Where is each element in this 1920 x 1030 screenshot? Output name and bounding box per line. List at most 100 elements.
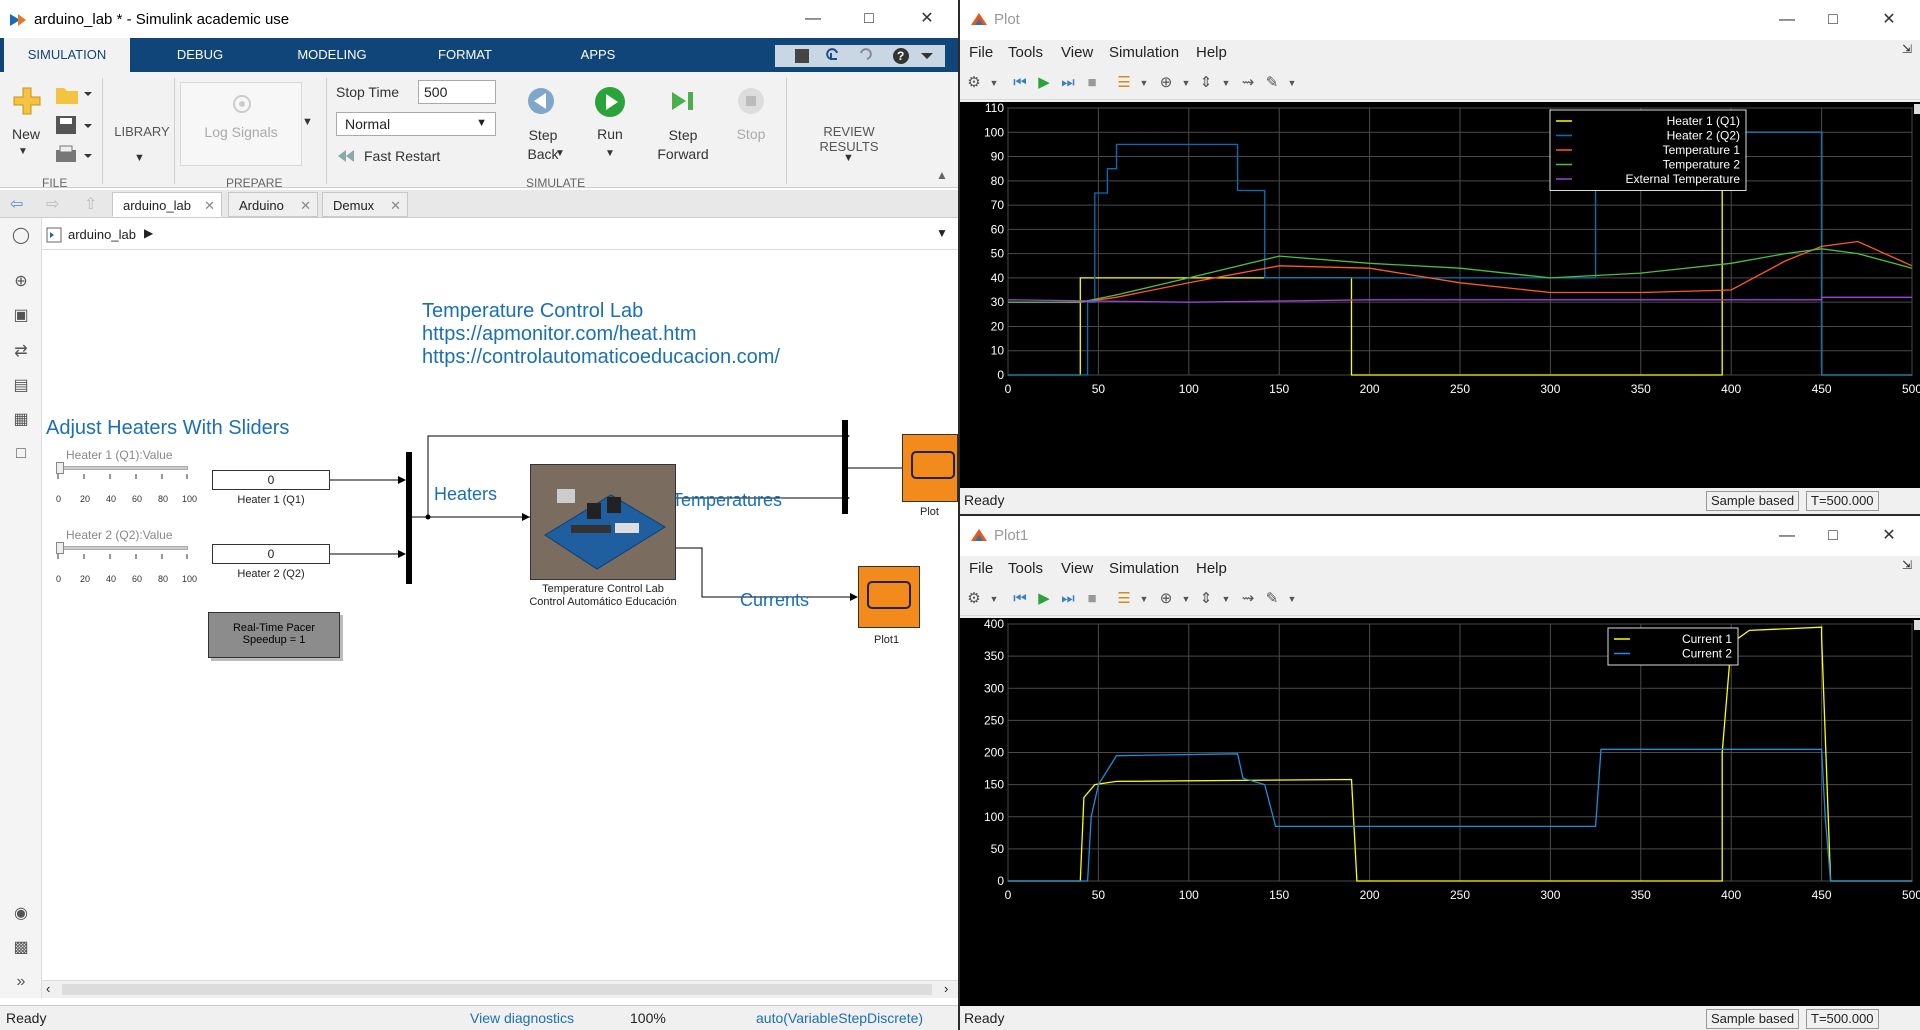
autoscale-dropdown-icon[interactable]: ▼	[1216, 589, 1236, 609]
file-buttons[interactable]	[54, 84, 94, 184]
highlight-dropdown-icon[interactable]: ▼	[1134, 73, 1154, 93]
view-diagnostics-link[interactable]: View diagnostics	[470, 1010, 574, 1026]
close-button[interactable]: ✕	[1866, 521, 1912, 551]
close-tab-icon[interactable]: ✕	[300, 193, 311, 218]
measurements-icon[interactable]: ✎	[1262, 589, 1282, 609]
measurements-dropdown-icon[interactable]: ▼	[1282, 73, 1302, 93]
tab-apps[interactable]: APPS	[548, 38, 648, 72]
maximize-button[interactable]: □	[1810, 521, 1856, 551]
scope-plot-area[interactable]: 0 50 100 150 200 250 300 350 400 450 500 0 10 20 30 40 5…	[960, 101, 1920, 488]
stop-icon[interactable]: ■	[1082, 73, 1102, 93]
close-button[interactable]: ✕	[904, 4, 950, 34]
scope-plot-area[interactable]: 0 50 100 150 200 250 300 350 400 450 500 0 50 100 150 2…	[960, 617, 1920, 1006]
run-icon[interactable]: ▶	[1034, 73, 1054, 93]
new-dropdown-icon[interactable]: ▼	[18, 146, 28, 157]
tab-arduino-lab[interactable]: arduino_lab ✕	[112, 192, 222, 217]
step-forward-button[interactable]: Step Forward	[652, 126, 714, 164]
step-back-icon[interactable]: ⏮	[1010, 73, 1030, 93]
tab-demux[interactable]: Demux ✕	[322, 192, 408, 217]
hide-show-browser-icon[interactable]: ◯	[11, 226, 31, 246]
step-back-icon[interactable]: ⏮	[1010, 589, 1030, 609]
fast-restart-icon[interactable]	[336, 146, 356, 166]
minimize-button[interactable]: —	[1764, 5, 1810, 35]
autoscale-dropdown-icon[interactable]: ▼	[1216, 73, 1236, 93]
maximize-button[interactable]: □	[1810, 5, 1856, 35]
measurements-icon[interactable]: ✎	[1262, 73, 1282, 93]
model-browser-icon[interactable]: ▩	[11, 938, 31, 958]
current-chart[interactable]: 0 50 100 150 200 250 300 350 400 450 500 0 50 100 150 2…	[960, 617, 1920, 1006]
scroll-thumb[interactable]	[62, 984, 932, 995]
minimize-button[interactable]: —	[790, 4, 836, 34]
menu-help[interactable]: Help	[1196, 560, 1227, 577]
autoscale-icon[interactable]: ⇕	[1196, 589, 1216, 609]
breadcrumb-dropdown-icon[interactable]: ▼	[936, 226, 948, 240]
up-arrow-icon[interactable]: ⇧	[84, 194, 97, 214]
highlight-icon[interactable]: ☰	[1114, 589, 1134, 609]
menu-simulation[interactable]: Simulation	[1109, 560, 1179, 577]
step-forward-icon[interactable]	[668, 86, 698, 116]
solver-link[interactable]: auto(VariableStepDiscrete)	[756, 1010, 923, 1026]
highlight-dropdown-icon[interactable]: ▼	[1134, 589, 1154, 609]
dock-icon[interactable]: ⇲	[1902, 42, 1912, 56]
step-back-dropdown-icon[interactable]: ▼	[555, 148, 565, 159]
minimize-button[interactable]: —	[1764, 521, 1810, 551]
horizontal-scrollbar[interactable]: ‹ ›	[42, 980, 958, 998]
measurements-dropdown-icon[interactable]: ▼	[1282, 589, 1302, 609]
annotation-icon[interactable]: ▤	[11, 376, 31, 396]
menu-tools[interactable]: Tools	[1008, 44, 1043, 61]
scope-plot1-block[interactable]	[858, 566, 920, 628]
menu-file[interactable]: File	[969, 44, 993, 61]
run-icon[interactable]	[594, 86, 626, 118]
menu-help[interactable]: Help	[1196, 44, 1227, 61]
menu-simulation[interactable]: Simulation	[1109, 44, 1179, 61]
close-tab-icon[interactable]: ✕	[390, 193, 401, 218]
run-button[interactable]: Run	[590, 126, 630, 142]
review-results-label[interactable]: REVIEW RESULTS	[794, 124, 904, 154]
stop-icon[interactable]: ■	[1082, 589, 1102, 609]
stop-time-input[interactable]: 500	[418, 80, 496, 104]
menu-file[interactable]: File	[969, 560, 993, 577]
review-dropdown-icon[interactable]: ▼	[843, 152, 854, 164]
menu-tools[interactable]: Tools	[1008, 560, 1043, 577]
simulation-mode-select[interactable]: Normal ▼	[336, 112, 496, 136]
run-dropdown-icon[interactable]: ▼	[605, 148, 615, 159]
triggers-icon[interactable]: ⇝	[1238, 73, 1258, 93]
model-canvas[interactable]: Temperature Control Lab https://apmonito…	[42, 252, 958, 979]
tab-simulation[interactable]: SIMULATION	[4, 38, 130, 72]
close-tab-icon[interactable]: ✕	[204, 193, 215, 218]
signal-arrows-icon[interactable]: ⇄	[11, 342, 31, 362]
settings-dropdown-icon[interactable]: ▼	[984, 589, 1004, 609]
back-arrow-icon[interactable]: ⇦	[10, 194, 23, 214]
settings-dropdown-icon[interactable]: ▼	[984, 73, 1004, 93]
scope-plot-block[interactable]	[902, 434, 958, 502]
collapse-ribbon-icon[interactable]: ▲	[936, 168, 948, 182]
prepare-dropdown-icon[interactable]: ▼	[302, 116, 313, 128]
zoom-in-icon[interactable]: ⊕	[1156, 589, 1176, 609]
expand-icon[interactable]: »	[11, 972, 31, 992]
fit-to-view-icon[interactable]: ▣	[11, 306, 31, 326]
step-forward-icon[interactable]: ⏭	[1058, 589, 1078, 609]
stop-button[interactable]: Stop	[730, 126, 772, 142]
image-icon[interactable]: ▦	[11, 410, 31, 430]
settings-icon[interactable]: ⚙	[964, 589, 984, 609]
tab-modeling[interactable]: MODELING	[282, 38, 382, 72]
library-label[interactable]: LIBRARY	[108, 124, 176, 139]
tab-debug[interactable]: DEBUG	[150, 38, 250, 72]
settings-icon[interactable]: ⚙	[964, 73, 984, 93]
forward-arrow-icon[interactable]: ⇨	[46, 194, 59, 214]
new-button-label[interactable]: New	[8, 126, 44, 142]
menu-view[interactable]: View	[1061, 44, 1093, 61]
step-forward-icon[interactable]: ⏭	[1058, 73, 1078, 93]
dock-icon[interactable]: ⇲	[1902, 558, 1912, 572]
screenshot-icon[interactable]: ◉	[11, 904, 31, 924]
close-button[interactable]: ✕	[1866, 5, 1912, 35]
breadcrumb-item[interactable]: arduino_lab	[68, 227, 136, 242]
temperature-chart[interactable]: 0 50 100 150 200 250 300 350 400 450 500 0 10 20 30 40 5…	[960, 101, 1920, 488]
highlight-icon[interactable]: ☰	[1114, 73, 1134, 93]
arduino-subsystem-block[interactable]	[530, 464, 676, 580]
area-icon[interactable]: □	[11, 444, 31, 464]
triggers-icon[interactable]: ⇝	[1238, 589, 1258, 609]
step-back-icon[interactable]	[526, 86, 556, 116]
tab-arduino[interactable]: Arduino ✕	[228, 192, 318, 217]
zoom-dropdown-icon[interactable]: ▼	[1176, 589, 1196, 609]
